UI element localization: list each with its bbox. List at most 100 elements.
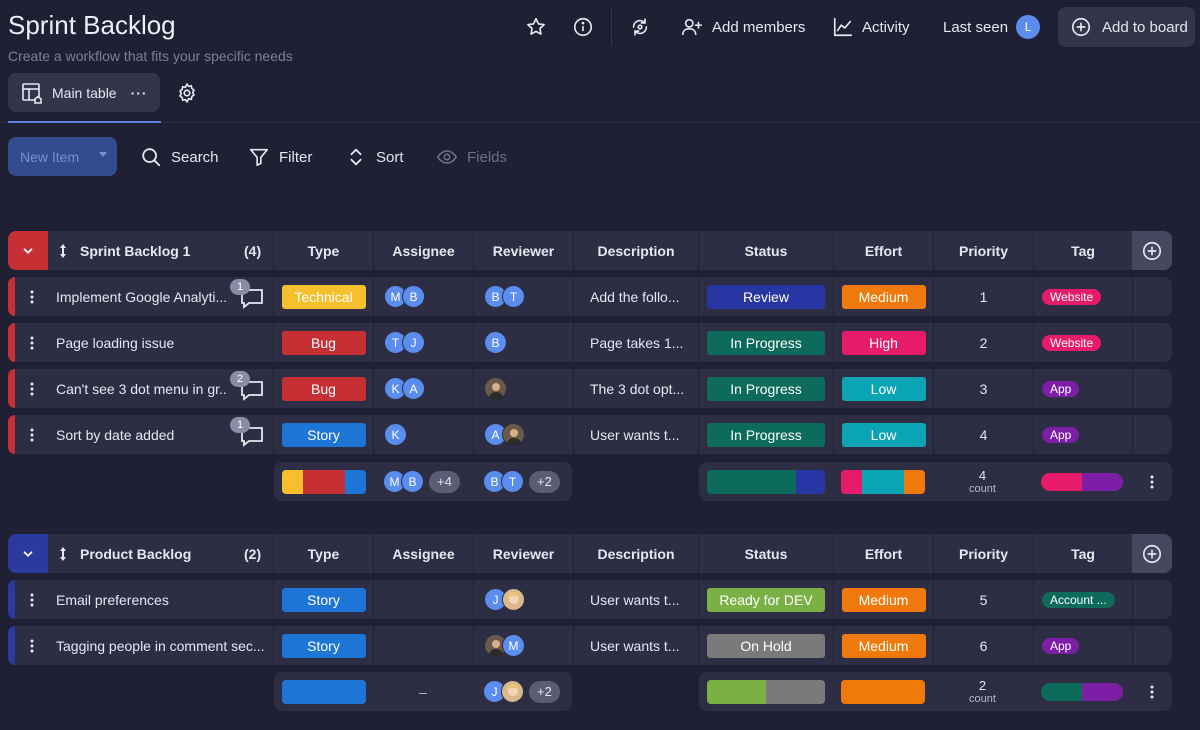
- item-name[interactable]: Tagging people in comment sec...: [56, 626, 268, 665]
- description-cell[interactable]: Page takes 1...: [574, 323, 698, 362]
- tag-summary-bar[interactable]: [1032, 472, 1132, 491]
- assignee-avatars[interactable]: K: [384, 415, 407, 454]
- priority-cell[interactable]: 6: [934, 626, 1033, 665]
- priority-cell[interactable]: 3: [934, 369, 1033, 408]
- tag-badge[interactable]: App: [1042, 380, 1080, 397]
- table-row[interactable]: Sort by date added 1 Story K A User want…: [8, 415, 1172, 454]
- status-summary-bar[interactable]: [699, 679, 833, 704]
- item-name[interactable]: Implement Google Analyti...: [56, 277, 228, 316]
- priority-count-summary[interactable]: 2 count: [933, 679, 1032, 705]
- comment-button[interactable]: 1: [230, 279, 266, 309]
- type-pill[interactable]: Bug: [281, 330, 366, 355]
- column-header-assignee[interactable]: Assignee: [374, 534, 473, 573]
- comment-button[interactable]: 2: [230, 371, 266, 401]
- priority-count-summary[interactable]: 4 count: [933, 469, 1032, 495]
- row-menu-icon[interactable]: [30, 415, 34, 454]
- summary-menu-icon[interactable]: [1132, 475, 1172, 489]
- column-header-reviewer[interactable]: Reviewer: [474, 534, 573, 573]
- table-row[interactable]: Can't see 3 dot menu in gr... 2 Bug KA T…: [8, 369, 1172, 408]
- effort-badge[interactable]: Medium: [841, 633, 926, 658]
- effort-summary-bar[interactable]: [833, 679, 933, 704]
- filter-button[interactable]: Filter: [248, 144, 312, 170]
- more-assignees-badge[interactable]: +4: [429, 470, 460, 493]
- priority-cell[interactable]: 1: [934, 277, 1033, 316]
- item-name[interactable]: Sort by date added: [56, 415, 228, 454]
- status-badge[interactable]: Ready for DEV: [707, 587, 825, 612]
- sort-button[interactable]: Sort: [345, 144, 404, 170]
- info-icon[interactable]: [570, 14, 596, 40]
- reviewer-avatars[interactable]: M: [484, 626, 525, 665]
- reviewer-summary[interactable]: J +2: [473, 680, 572, 703]
- tag-badge[interactable]: App: [1042, 426, 1080, 443]
- tag-badge[interactable]: App: [1042, 637, 1080, 654]
- tag-summary-bar[interactable]: [1032, 682, 1132, 701]
- type-pill[interactable]: Technical: [281, 284, 366, 309]
- row-menu-icon[interactable]: [30, 369, 34, 408]
- tab-more-icon[interactable]: ···: [131, 85, 148, 101]
- column-header-tag[interactable]: Tag: [1034, 231, 1132, 270]
- summary-menu-icon[interactable]: [1132, 685, 1172, 699]
- status-badge[interactable]: On Hold: [707, 633, 825, 658]
- search-button[interactable]: Search: [140, 144, 219, 170]
- column-header-priority[interactable]: Priority: [934, 534, 1033, 573]
- row-menu-icon[interactable]: [30, 323, 34, 362]
- assignee-avatars[interactable]: MB: [384, 277, 425, 316]
- effort-badge[interactable]: Low: [841, 422, 926, 447]
- table-row[interactable]: Email preferences Story J User wants t..…: [8, 580, 1172, 619]
- add-column-button[interactable]: [1132, 534, 1172, 573]
- status-badge[interactable]: In Progress: [707, 422, 825, 447]
- column-header-reviewer[interactable]: Reviewer: [474, 231, 573, 270]
- reviewer-avatars[interactable]: [484, 369, 507, 408]
- item-name[interactable]: Page loading issue: [56, 323, 266, 362]
- priority-cell[interactable]: 4: [934, 415, 1033, 454]
- assignee-cell[interactable]: [374, 580, 473, 619]
- column-header-tag[interactable]: Tag: [1034, 534, 1132, 573]
- sort-handle-icon[interactable]: [58, 534, 68, 573]
- status-badge[interactable]: Review: [707, 284, 825, 309]
- row-menu-icon[interactable]: [30, 277, 34, 316]
- type-pill[interactable]: Bug: [281, 376, 366, 401]
- group-name[interactable]: Sprint Backlog 1: [80, 231, 190, 270]
- description-cell[interactable]: The 3 dot opt...: [574, 369, 698, 408]
- row-menu-icon[interactable]: [30, 626, 34, 665]
- more-reviewers-badge[interactable]: +2: [529, 680, 560, 703]
- star-icon[interactable]: [523, 14, 549, 40]
- comment-button[interactable]: 1: [230, 417, 266, 447]
- collapse-group-button[interactable]: [8, 231, 48, 270]
- reviewer-avatars[interactable]: BT: [484, 277, 525, 316]
- sync-icon[interactable]: [627, 14, 653, 40]
- priority-cell[interactable]: 2: [934, 323, 1033, 362]
- add-members-button[interactable]: Add members: [680, 14, 805, 40]
- column-header-effort[interactable]: Effort: [834, 231, 933, 270]
- effort-badge[interactable]: Medium: [841, 587, 926, 612]
- column-header-description[interactable]: Description: [574, 231, 698, 270]
- tag-badge[interactable]: Account ...: [1042, 591, 1115, 608]
- assignee-cell[interactable]: [374, 626, 473, 665]
- column-header-priority[interactable]: Priority: [934, 231, 1033, 270]
- priority-cell[interactable]: 5: [934, 580, 1033, 619]
- reviewer-summary[interactable]: BT +2: [473, 470, 572, 493]
- collapse-group-button[interactable]: [8, 534, 48, 573]
- column-header-type[interactable]: Type: [274, 231, 373, 270]
- column-header-description[interactable]: Description: [574, 534, 698, 573]
- assignee-avatars[interactable]: KA: [384, 369, 425, 408]
- reviewer-avatars[interactable]: A: [484, 415, 525, 454]
- effort-badge[interactable]: Medium: [841, 284, 926, 309]
- column-header-status[interactable]: Status: [699, 534, 833, 573]
- more-reviewers-badge[interactable]: +2: [529, 470, 560, 493]
- status-badge[interactable]: In Progress: [707, 376, 825, 401]
- activity-button[interactable]: Activity: [832, 14, 910, 40]
- add-to-board-button[interactable]: Add to board: [1058, 7, 1195, 47]
- group-name[interactable]: Product Backlog: [80, 534, 191, 573]
- type-pill[interactable]: Story: [281, 422, 366, 447]
- settings-button[interactable]: [174, 80, 200, 106]
- effort-summary-bar[interactable]: [833, 469, 933, 494]
- reviewer-avatars[interactable]: J: [484, 580, 525, 619]
- status-badge[interactable]: In Progress: [707, 330, 825, 355]
- column-header-effort[interactable]: Effort: [834, 534, 933, 573]
- new-item-button[interactable]: New Item: [8, 137, 117, 176]
- column-header-assignee[interactable]: Assignee: [374, 231, 473, 270]
- last-seen-button[interactable]: Last seen L: [943, 14, 1041, 40]
- reviewer-avatars[interactable]: B: [484, 323, 507, 362]
- type-pill[interactable]: Story: [281, 587, 366, 612]
